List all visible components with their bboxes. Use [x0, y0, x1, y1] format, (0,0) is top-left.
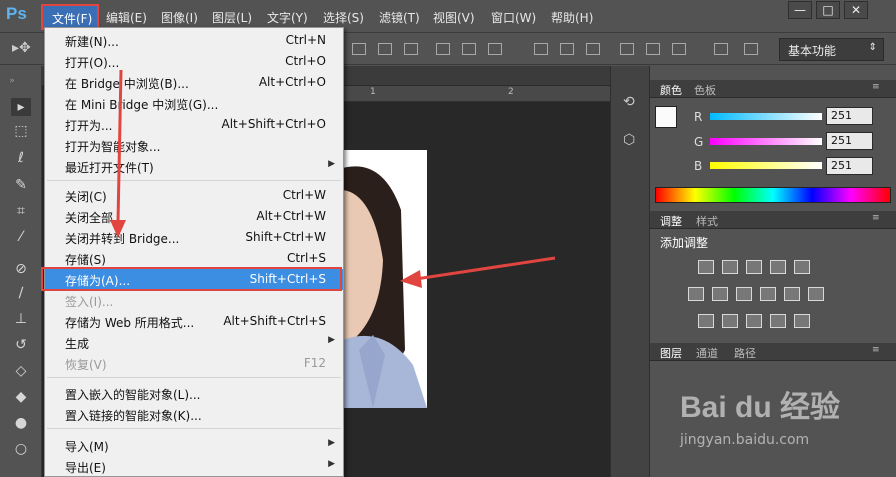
- arrow-left-line: [415, 256, 556, 281]
- arrow-down-head: [110, 220, 126, 238]
- baidu-watermark: Bai du 经验 jingyan.baidu.com: [680, 382, 880, 462]
- arrow-down-line: [116, 69, 123, 223]
- watermark-brand: Bai du 经验: [680, 391, 841, 424]
- arrow-left-head: [400, 270, 422, 288]
- watermark-url: jingyan.baidu.com: [680, 432, 810, 448]
